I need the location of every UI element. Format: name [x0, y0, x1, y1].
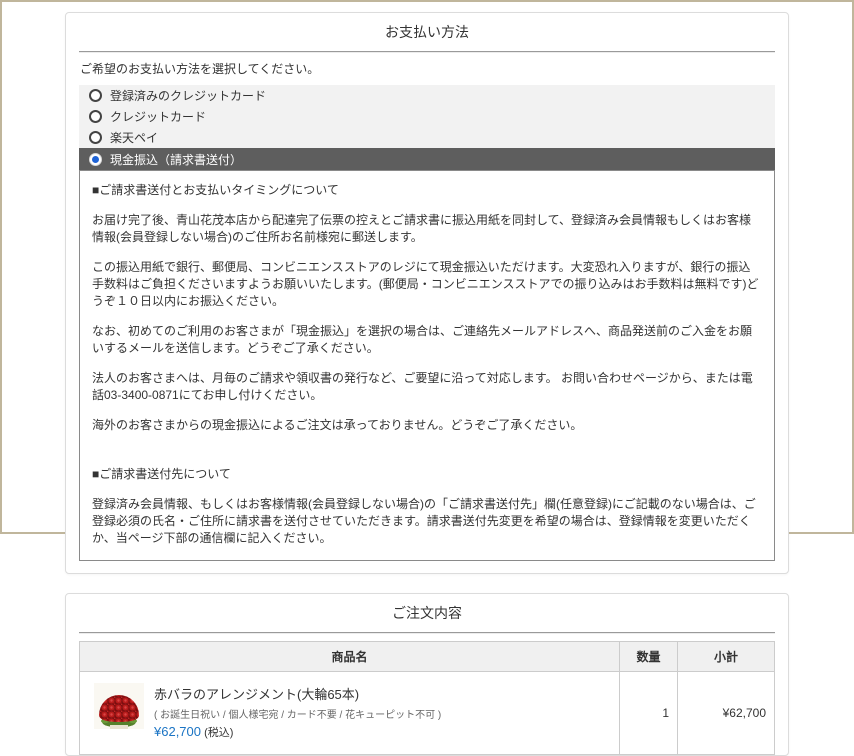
payment-option-bank-transfer[interactable]: 現金振込（請求書送付）: [79, 148, 775, 170]
order-contents-panel: ご注文内容 商品名 数量 小計: [65, 593, 789, 756]
payment-option-label: 楽天ペイ: [110, 129, 158, 146]
product-cell: 赤バラのアレンジメント(大輪65本) ( お誕生日祝い / 個人様宅宛 / カー…: [88, 678, 611, 748]
order-table: 商品名 数量 小計: [79, 641, 775, 755]
quantity-cell: 1: [620, 672, 678, 755]
details-para-overseas: 海外のお客さまからの現金振込によるご注文は承っておりません。どうぞご了承ください…: [92, 417, 762, 434]
table-row: 赤バラのアレンジメント(大輪65本) ( お誕生日祝い / 個人様宅宛 / カー…: [80, 672, 775, 755]
details-heading-address: ■ご請求書送付先について: [92, 466, 762, 483]
radio-unselected-icon[interactable]: [89, 89, 102, 102]
header-quantity: 数量: [620, 642, 678, 672]
product-price: ¥62,700: [154, 724, 201, 739]
payment-option-credit-card[interactable]: クレジットカード: [79, 106, 775, 127]
payment-options-group: 登録済みのクレジットカード クレジットカード 楽天ペイ 現金振込（請求書送付） …: [79, 85, 775, 561]
details-heading-timing: ■ご請求書送付とお支払いタイミングについて: [92, 182, 762, 199]
payment-option-rakuten-pay[interactable]: 楽天ペイ: [79, 127, 775, 148]
title-divider: [79, 632, 775, 634]
radio-unselected-icon[interactable]: [89, 131, 102, 144]
header-subtotal: 小計: [678, 642, 775, 672]
payment-option-label: 現金振込（請求書送付）: [110, 151, 242, 168]
product-name: 赤バラのアレンジメント(大輪65本): [154, 684, 441, 703]
details-para-corporate: 法人のお客さまへは、月毎のご請求や領収書の発行など、ご要望に沿って対応します。 …: [92, 370, 762, 404]
radio-unselected-icon[interactable]: [89, 110, 102, 123]
radio-selected-icon[interactable]: [89, 153, 102, 166]
product-price-note: (税込): [204, 727, 233, 739]
payment-option-label: 登録済みのクレジットカード: [110, 87, 266, 104]
title-divider: [79, 51, 775, 53]
details-para-transfer: この振込用紙で銀行、郵便局、コンビニエンスストアのレジにて現金振込いただけます。…: [92, 259, 762, 310]
product-info: 赤バラのアレンジメント(大輪65本) ( お誕生日祝い / 個人様宅宛 / カー…: [154, 683, 441, 740]
subtotal-cell: ¥62,700: [678, 672, 775, 755]
details-para-first-time: なお、初めてのご利用のお客さまが「現金振込」を選択の場合は、ご連絡先メールアドレ…: [92, 323, 762, 357]
payment-instruction: ご希望のお支払い方法を選択してください。: [80, 60, 775, 77]
product-image: [94, 683, 144, 729]
details-para-delivery: お届け完了後、青山花茂本店から配達完了伝票の控えとご請求書に振込用紙を同封して、…: [92, 212, 762, 246]
payment-panel-title: お支払い方法: [79, 22, 775, 51]
details-para-address: 登録済み会員情報、もしくはお客様情報(会員登録しない場合)の「ご請求書送付先」欄…: [92, 496, 762, 547]
payment-option-label: クレジットカード: [110, 108, 206, 125]
header-product-name: 商品名: [80, 642, 620, 672]
product-price-line: ¥62,700 (税込): [154, 724, 441, 740]
payment-option-registered-card[interactable]: 登録済みのクレジットカード: [79, 85, 775, 106]
product-tags: ( お誕生日祝い / 個人様宅宛 / カード不要 / 花キューピット不可 ): [154, 706, 441, 721]
order-panel-title: ご注文内容: [79, 603, 775, 632]
bank-transfer-details: ■ご請求書送付とお支払いタイミングについて お届け完了後、青山花茂本店から配達完…: [79, 170, 775, 561]
order-table-header-row: 商品名 数量 小計: [80, 642, 775, 672]
payment-method-panel: お支払い方法 ご希望のお支払い方法を選択してください。 登録済みのクレジットカー…: [65, 12, 789, 574]
